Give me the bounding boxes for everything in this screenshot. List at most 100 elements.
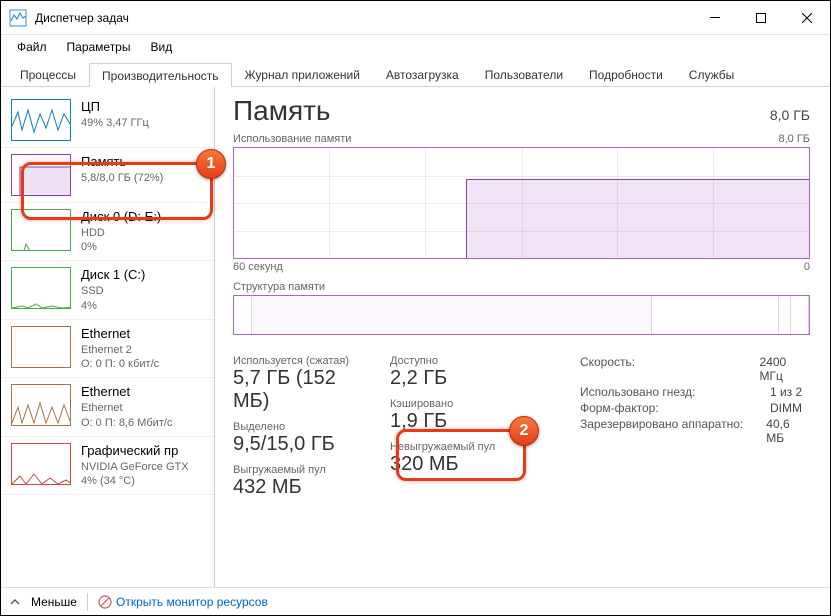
sidebar-item-eth0[interactable]: Ethernet Ethernet 2 О: 0 П: 0 кбит/с <box>1 320 214 378</box>
speed-v: 2400 МГц <box>760 355 810 383</box>
menu-options[interactable]: Параметры <box>59 38 139 56</box>
chart-label-row: Использование памяти 8,0 ГБ <box>233 133 810 145</box>
eth0-sub2: О: 0 П: 0 кбит/с <box>81 357 159 371</box>
window-controls <box>692 1 830 34</box>
divider <box>87 593 88 611</box>
app-icon <box>9 9 27 27</box>
disk1-sub1: SSD <box>81 284 145 298</box>
footer: Меньше Открыть монитор ресурсов <box>1 587 830 615</box>
form-v: DIMM <box>770 401 802 415</box>
eth1-thumb <box>11 384 71 426</box>
avail-value: 2,2 ГБ <box>390 367 520 390</box>
avail-label: Доступно <box>390 355 520 367</box>
chart-axis: 60 секунд 0 <box>233 261 810 273</box>
tab-bar: Процессы Производительность Журнал прило… <box>1 59 830 87</box>
close-button[interactable] <box>784 1 830 34</box>
tab-performance[interactable]: Производительность <box>89 63 231 87</box>
tab-processes[interactable]: Процессы <box>7 62 89 86</box>
sidebar-item-eth1[interactable]: Ethernet Ethernet О: 0 П: 8,6 Мбит/с <box>1 378 214 436</box>
sidebar: ЦП 49% 3,47 ГГц Память 5,8/8,0 ГБ (72%) … <box>1 87 215 587</box>
axis-right: 0 <box>804 261 810 273</box>
gpu-name: Графический пр <box>81 443 189 460</box>
slots-k: Использовано гнезд: <box>580 385 770 399</box>
paged-label: Выгружаемый пул <box>233 464 370 476</box>
chevron-up-icon[interactable] <box>9 596 21 608</box>
cpu-thumb <box>11 99 71 141</box>
paged-value: 432 МБ <box>233 476 370 499</box>
titlebar: Диспетчер задач <box>1 1 830 35</box>
reserved-k: Зарезервировано аппаратно: <box>580 417 766 445</box>
disk1-name: Диск 1 (C:) <box>81 267 145 284</box>
link-text: Открыть монитор ресурсов <box>116 595 268 609</box>
disk1-sub2: 4% <box>81 299 145 313</box>
memory-text: Память 5,8/8,0 ГБ (72%) <box>81 154 163 185</box>
content: ЦП 49% 3,47 ГГц Память 5,8/8,0 ГБ (72%) … <box>1 87 830 587</box>
open-resource-monitor-link[interactable]: Открыть монитор ресурсов <box>98 595 268 609</box>
usage-label: Использование памяти <box>233 133 351 145</box>
stats-left: Используется (сжатая) 5,7 ГБ (152 МБ) Вы… <box>233 355 370 507</box>
main-panel: Память 8,0 ГБ Использование памяти 8,0 Г… <box>215 87 830 587</box>
sidebar-item-gpu[interactable]: Графический пр NVIDIA GeForce GTX 4% (34… <box>1 437 214 495</box>
info-col: Скорость:2400 МГц Использовано гнезд:1 и… <box>580 355 810 507</box>
disk0-sub2: 0% <box>81 240 161 254</box>
sidebar-item-disk1[interactable]: Диск 1 (C:) SSD 4% <box>1 261 214 319</box>
sidebar-item-disk0[interactable]: Диск 0 (D: E:) HDD 0% <box>1 203 214 261</box>
form-k: Форм-фактор: <box>580 401 770 415</box>
gpu-sub1: NVIDIA GeForce GTX <box>81 460 189 474</box>
eth0-text: Ethernet Ethernet 2 О: 0 П: 0 кбит/с <box>81 326 159 371</box>
memory-name: Память <box>81 154 163 171</box>
memory-total: 8,0 ГБ <box>770 107 810 123</box>
disk0-name: Диск 0 (D: E:) <box>81 209 161 226</box>
committed-value: 9,5/15,0 ГБ <box>233 433 370 456</box>
eth0-thumb <box>11 326 71 368</box>
inuse-value: 5,7 ГБ (152 МБ) <box>233 367 370 413</box>
disk0-text: Диск 0 (D: E:) HDD 0% <box>81 209 161 254</box>
menu-view[interactable]: Вид <box>142 38 180 56</box>
nonpaged-value: 320 МБ <box>390 453 520 476</box>
tab-services[interactable]: Службы <box>676 62 747 86</box>
tab-startup[interactable]: Автозагрузка <box>373 62 472 86</box>
less-button[interactable]: Меньше <box>31 595 77 609</box>
memory-composition-chart[interactable] <box>233 295 810 335</box>
minimize-button[interactable] <box>692 1 738 34</box>
speed-k: Скорость: <box>580 355 760 383</box>
eth0-sub1: Ethernet 2 <box>81 343 159 357</box>
eth1-name: Ethernet <box>81 384 172 401</box>
stats-mid: Доступно 2,2 ГБ Кэшировано 1,9 ГБ Невыгр… <box>390 355 520 507</box>
stats-area: Используется (сжатая) 5,7 ГБ (152 МБ) Вы… <box>233 355 810 507</box>
disk1-text: Диск 1 (C:) SSD 4% <box>81 267 145 312</box>
sidebar-item-cpu[interactable]: ЦП 49% 3,47 ГГц <box>1 93 214 148</box>
disk1-thumb <box>11 267 71 309</box>
page-title: Память <box>233 95 331 127</box>
struct-label: Структура памяти <box>233 281 810 293</box>
gpu-text: Графический пр NVIDIA GeForce GTX 4% (34… <box>81 443 189 488</box>
eth0-name: Ethernet <box>81 326 159 343</box>
cpu-sub: 49% 3,47 ГГц <box>81 116 149 130</box>
memory-sub: 5,8/8,0 ГБ (72%) <box>81 171 163 185</box>
eth1-text: Ethernet Ethernet О: 0 П: 8,6 Мбит/с <box>81 384 172 429</box>
memory-usage-chart[interactable] <box>233 147 810 259</box>
menu-file[interactable]: Файл <box>9 38 55 56</box>
window-title: Диспетчер задач <box>35 11 692 25</box>
memory-thumb <box>11 154 71 196</box>
nonpaged-label: Невыгружаемый пул <box>390 441 520 453</box>
tab-details[interactable]: Подробности <box>576 62 676 86</box>
cpu-text: ЦП 49% 3,47 ГГц <box>81 99 149 130</box>
gpu-sub2: 4% (34 °C) <box>81 474 189 488</box>
eth1-sub2: О: 0 П: 8,6 Мбит/с <box>81 416 172 430</box>
main-header: Память 8,0 ГБ <box>233 95 810 127</box>
committed-label: Выделено <box>233 421 370 433</box>
sidebar-item-memory[interactable]: Память 5,8/8,0 ГБ (72%) <box>1 148 214 203</box>
slots-v: 1 из 2 <box>770 385 802 399</box>
cached-value: 1,9 ГБ <box>390 410 520 433</box>
cached-label: Кэшировано <box>390 398 520 410</box>
axis-left: 60 секунд <box>233 261 283 273</box>
inuse-label: Используется (сжатая) <box>233 355 370 367</box>
usage-max: 8,0 ГБ <box>778 133 810 145</box>
tab-users[interactable]: Пользователи <box>472 62 576 86</box>
disk0-thumb <box>11 209 71 251</box>
menubar: Файл Параметры Вид <box>1 35 830 59</box>
resource-monitor-icon <box>98 595 112 609</box>
maximize-button[interactable] <box>738 1 784 34</box>
tab-apphistory[interactable]: Журнал приложений <box>232 62 373 86</box>
